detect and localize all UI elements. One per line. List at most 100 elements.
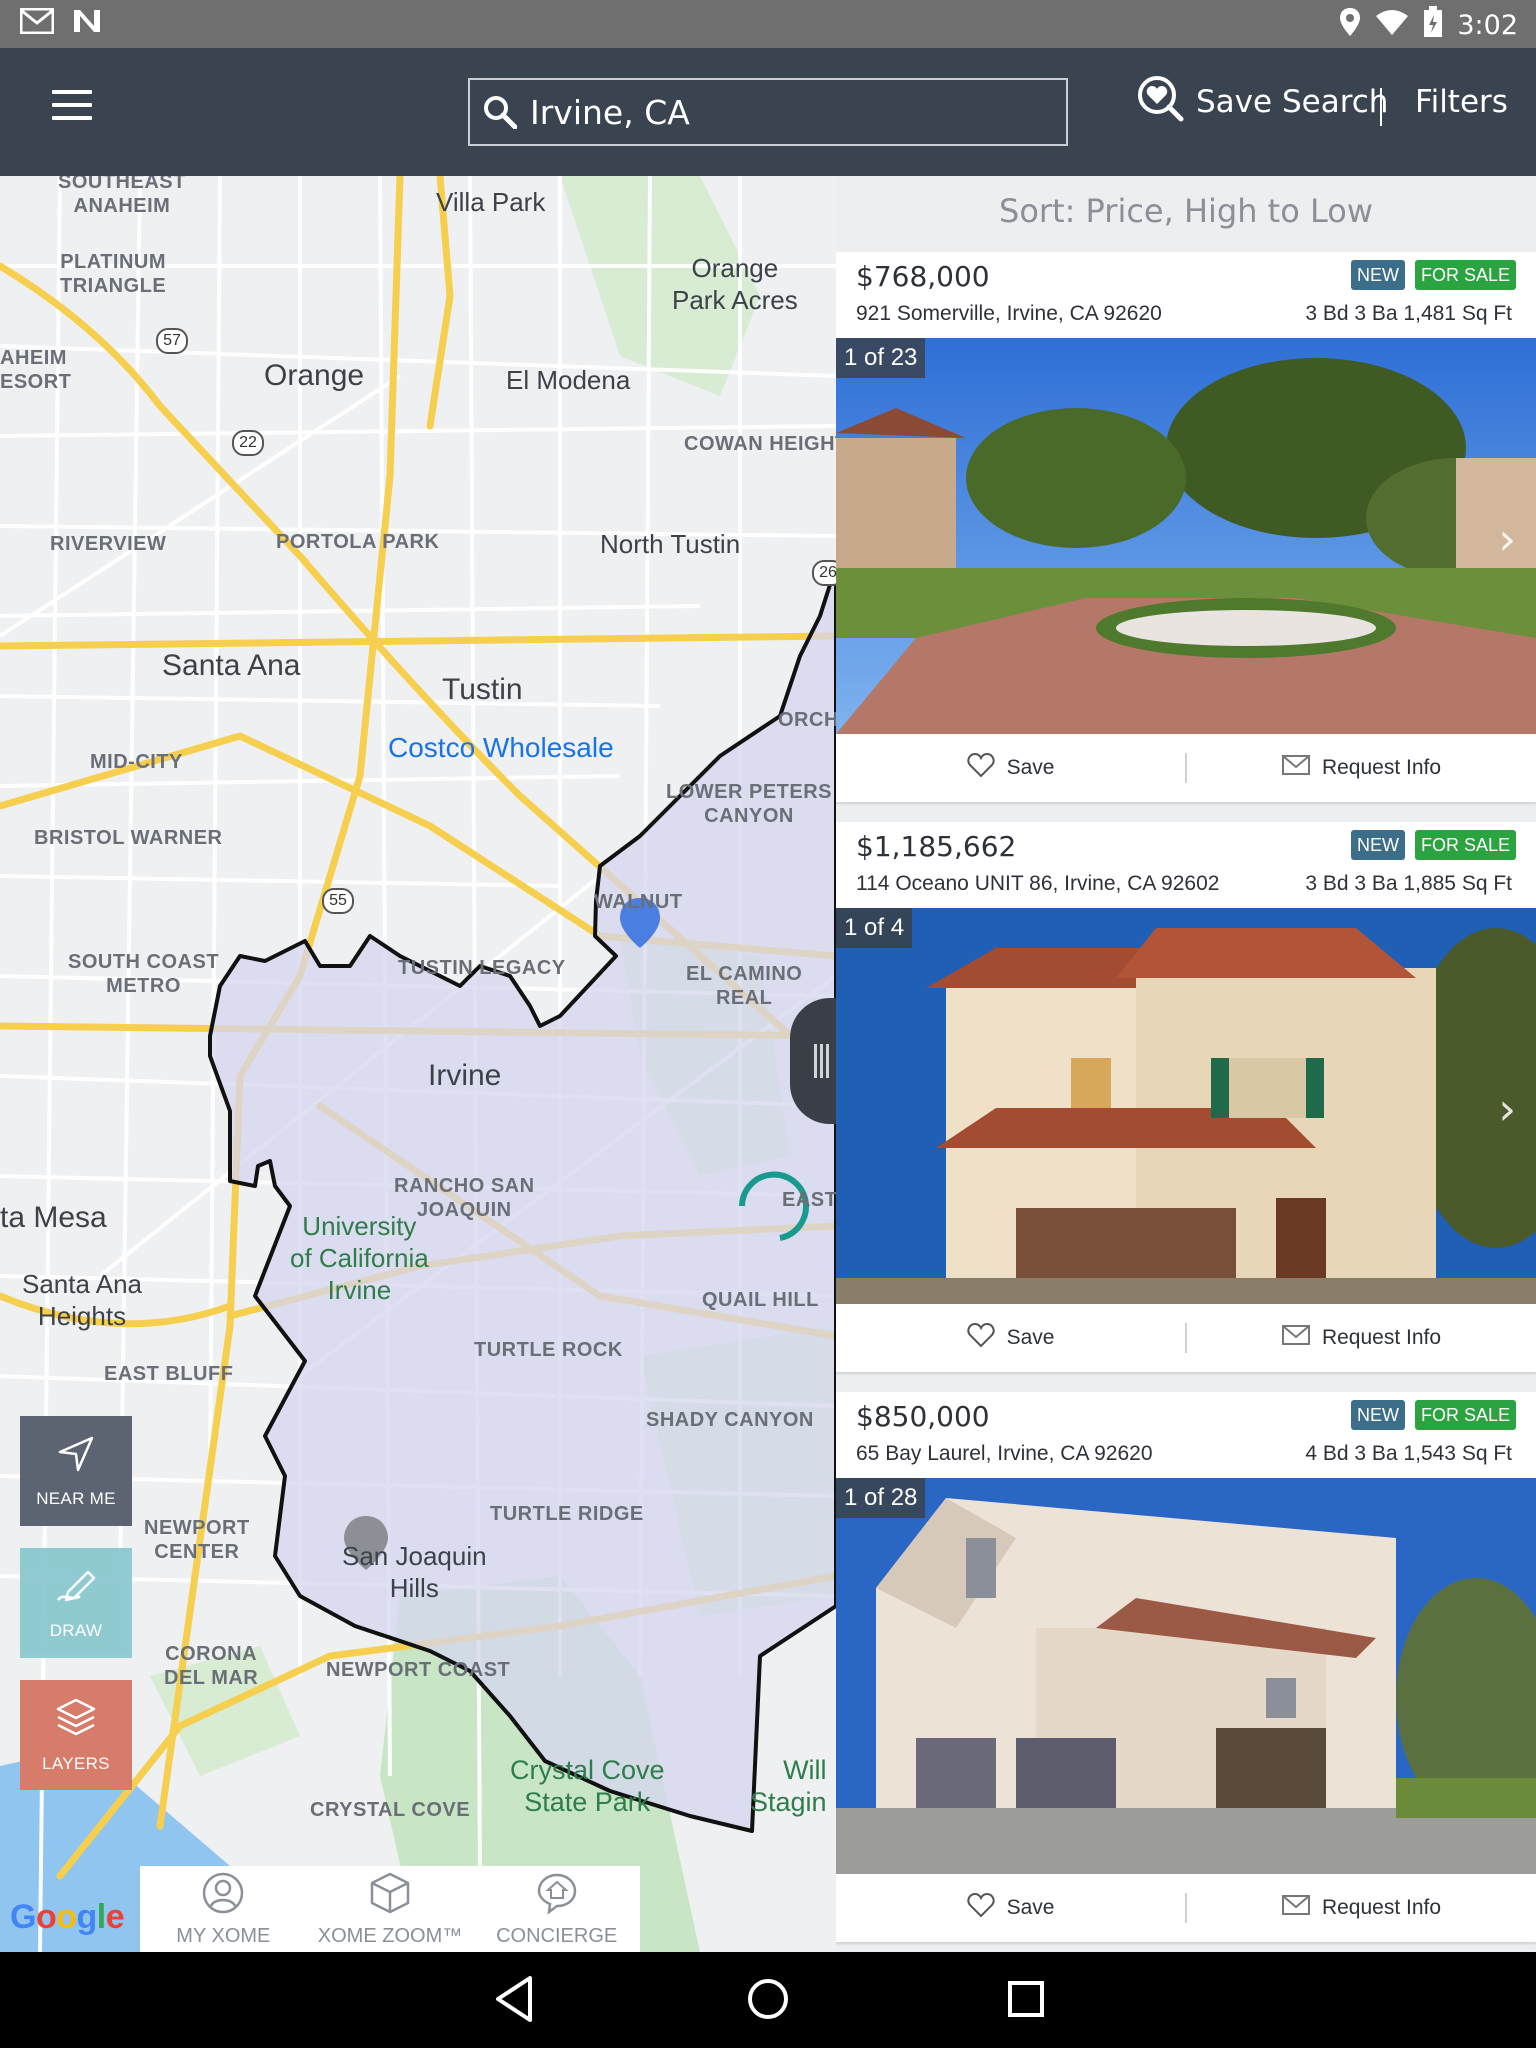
map-label-mid-city: MID-CITY [90,751,183,773]
save-search-button[interactable]: Save Search [1136,76,1389,126]
filters-button[interactable]: Filters [1415,78,1508,126]
map-label-crystal-cove: CRYSTAL COVE [310,1799,471,1821]
map-label-north-tustin: North Tustin [600,529,741,559]
near-me-button[interactable]: NEAR ME [20,1416,132,1526]
save-button[interactable]: Save [836,1322,1185,1354]
layers-button[interactable]: LAYERS [20,1680,132,1790]
map-label-corona-del-mar: CORONA DEL MAR [164,1643,259,1689]
back-icon[interactable] [492,1974,536,2028]
clock: 3:02 [1457,10,1518,41]
map-label-southeast-anaheim: SOUTHEAST ANAHEIM [58,176,186,217]
map-label-villa-park: Villa Park [436,187,546,217]
listing-photo[interactable]: 1 of 28 [836,1478,1536,1874]
route-55-shield: 55 [322,888,354,914]
map-label-quail-hill: QUAIL HILL [702,1289,819,1311]
menu-icon[interactable] [52,90,92,120]
map-label-irvine: Irvine [428,1059,502,1092]
app-header: Save Search Filters [0,48,1536,176]
home-icon[interactable] [744,1974,792,2028]
search-input[interactable] [530,92,1050,132]
map-label-orange-park-acres: Orange Park Acres [672,253,798,315]
save-button[interactable]: Save [836,1892,1185,1924]
request-info-label: Request Info [1321,1326,1442,1349]
heart-icon [966,1892,995,1924]
navigation-arrow-icon [56,1434,96,1479]
notification-n-icon [72,8,102,38]
listing-card[interactable]: $850,000 NEW FOR SALE 65 Bay Laurel, Irv… [836,1392,1536,1942]
listing-stats: 4 Bd 3 Ba 1,543 Sq Ft [1305,1442,1512,1465]
google-logo: Google [10,1898,125,1936]
photo-counter: 1 of 4 [836,908,913,948]
draw-button[interactable]: DRAW [20,1548,132,1658]
location-icon [1339,7,1361,44]
envelope-icon [1281,755,1310,781]
map-label-tustin-legacy: TUSTIN LEGACY [398,957,566,979]
search-icon [470,95,530,129]
listing-card[interactable]: $768,000 NEW FOR SALE 921 Somerville, Ir… [836,252,1536,802]
map-label-costco[interactable]: Costco Wholesale [388,732,614,764]
request-info-label: Request Info [1321,1896,1442,1919]
map-view[interactable]: SOUTHEAST ANAHEIM Villa Park PLATINUM TR… [0,176,836,1952]
for-sale-badge: FOR SALE [1414,260,1516,290]
listing-photo[interactable]: 1 of 4 › [836,908,1536,1304]
map-label-orchard: ORCHA [778,709,836,731]
listing-price: $850,000 [856,1400,990,1433]
panel-drawer-handle[interactable] [790,998,836,1124]
map-label-newport-center: NEWPORT CENTER [144,1517,250,1563]
photo-counter: 1 of 23 [836,338,926,378]
new-badge: NEW [1350,1400,1405,1430]
layers-icon [54,1697,98,1744]
save-button[interactable]: Save [836,752,1185,784]
layers-label: LAYERS [42,1753,110,1773]
chevron-right-icon[interactable]: › [1498,514,1516,565]
status-bar: 3:02 [0,0,1536,48]
nav-xome-zoom[interactable]: XOME ZOOM™ [307,1866,474,1952]
listing-card[interactable]: $1,185,662 NEW FOR SALE 114 Oceano UNIT … [836,822,1536,1372]
nav-my-xome[interactable]: MY XOME [140,1866,307,1952]
photo-counter: 1 of 28 [836,1478,926,1518]
recents-icon[interactable] [1004,1974,1048,2028]
map-label-newport-coast: NEWPORT COAST [326,1659,511,1681]
nav-concierge-label: CONCIERGE [496,1924,618,1947]
save-search-label: Save Search [1196,84,1389,120]
sort-dropdown[interactable]: Sort: Price, High to Low [836,176,1536,246]
map-label-orange: Orange [264,359,365,392]
listing-stats: 3 Bd 3 Ba 1,481 Sq Ft [1305,302,1512,325]
map-label-south-coast-metro: SOUTH COAST METRO [68,951,220,997]
chevron-right-icon[interactable]: › [1498,1084,1516,1135]
listing-address: 65 Bay Laurel, Irvine, CA 92620 [856,1442,1153,1465]
heart-icon [966,1322,995,1354]
listing-price: $1,185,662 [856,830,1017,863]
map-label-portola-park: PORTOLA PARK [276,531,440,553]
draw-label: DRAW [49,1620,103,1640]
route-26-shield: 26 [812,560,836,586]
user-icon [201,1871,245,1921]
heart-search-icon [1136,74,1184,130]
listing-photo[interactable]: 1 of 23 › [836,338,1536,734]
header-divider [1380,88,1382,126]
map-label-platinum-triangle: PLATINUM TRIANGLE [60,251,167,297]
listing-address: 921 Somerville, Irvine, CA 92620 [856,302,1162,325]
map-label-turtle-rock: TURTLE ROCK [474,1339,623,1361]
map-label-anaheim-resort: AHEIM ESORT [0,347,72,393]
request-info-label: Request Info [1321,756,1442,779]
search-box[interactable] [468,78,1068,146]
map-label-el-modena: El Modena [506,365,631,395]
nav-concierge[interactable]: CONCIERGE [473,1866,640,1952]
save-label: Save [1006,756,1055,779]
bottom-navigation: MY XOME XOME ZOOM™ CONCIERGE [140,1866,640,1952]
request-info-button[interactable]: Request Info [1187,1325,1536,1351]
request-info-button[interactable]: Request Info [1187,755,1536,781]
save-label: Save [1006,1896,1055,1919]
townhouse-photo [836,1478,1536,1874]
envelope-icon [1281,1325,1310,1351]
request-info-button[interactable]: Request Info [1187,1895,1536,1921]
gmail-icon [19,7,55,38]
listing-price: $768,000 [856,260,990,293]
nav-my-xome-label: MY XOME [176,1924,271,1947]
wifi-icon [1375,8,1409,43]
listing-stats: 3 Bd 3 Ba 1,885 Sq Ft [1305,872,1512,895]
spanish-house-photo [836,908,1536,1304]
near-me-label: NEAR ME [36,1488,116,1508]
new-badge: NEW [1350,830,1405,860]
